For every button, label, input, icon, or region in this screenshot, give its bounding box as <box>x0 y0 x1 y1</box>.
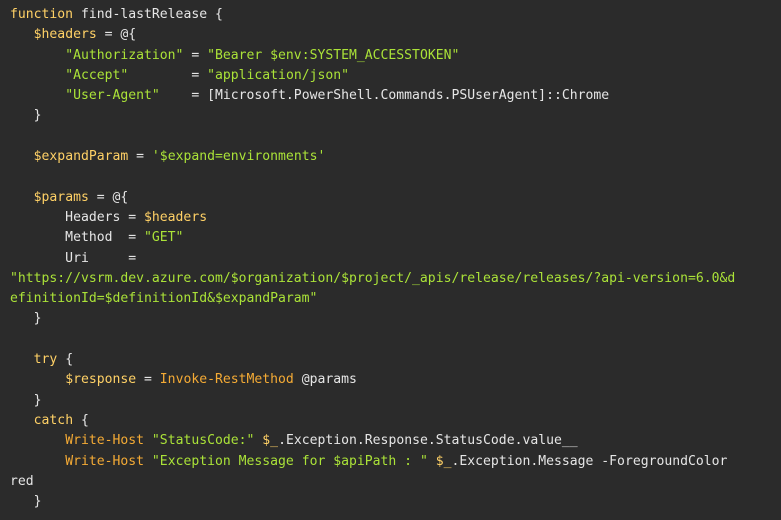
code-token: @params <box>293 372 357 388</box>
code-line: $response = Invoke-RestMethod @params <box>10 370 781 390</box>
code-token: Headers = <box>10 209 145 225</box>
code-line: $params = @{ <box>10 188 781 208</box>
code-line: Write-Host "StatusCode:" $_.Exception.Re… <box>10 431 781 451</box>
code-line: red <box>10 472 781 492</box>
code-token: "GET" <box>144 230 184 246</box>
code-line: "Accept" = "application/json" <box>10 66 781 86</box>
code-token: { <box>73 412 89 428</box>
code-token: = @{ <box>88 189 129 205</box>
code-token: Invoke-RestMethod <box>159 372 294 388</box>
code-token: "application/json" <box>207 67 350 83</box>
code-token: = [Microsoft.PowerShell.Commands.PSUserA… <box>159 88 610 104</box>
code-line: $headers = @{ <box>10 25 781 45</box>
code-token: .Exception.Response.StatusCode.value__ <box>278 433 578 449</box>
code-line: Method = "GET" <box>10 228 781 248</box>
code-token: Method = <box>10 230 145 246</box>
code-token: catch <box>33 412 74 428</box>
code-line: $expandParam = '$expand=environments' <box>10 147 781 167</box>
code-token: = <box>128 149 152 165</box>
code-token: "https://vsrm.dev.azure.com/$organizatio… <box>10 270 736 286</box>
code-line: } <box>10 309 781 329</box>
code-token: { <box>57 352 74 368</box>
code-token: "StatusCode:" <box>151 433 255 449</box>
code-token: function <box>10 7 74 22</box>
code-token: "User-Agent" <box>65 88 160 104</box>
code-token: .Exception.Message -ForegroundColor <box>451 453 728 469</box>
code-line: try { <box>10 350 781 370</box>
code-token: = @{ <box>96 27 137 43</box>
code-token: "Exception Message for $apiPath : " <box>151 453 428 469</box>
code-token: $headers <box>33 27 97 43</box>
code-line: catch { <box>10 411 781 431</box>
code-line: } <box>10 106 781 126</box>
code-token: } <box>10 311 42 327</box>
code-token: $_ <box>435 453 452 469</box>
code-token: efinitionId=$definitionId&$expandParam" <box>10 291 318 307</box>
code-token: $response <box>65 372 137 388</box>
code-token: Uri = <box>10 250 137 266</box>
code-token: } <box>10 392 42 408</box>
code-line: "Authorization" = "Bearer $env:SYSTEM_AC… <box>10 46 781 66</box>
code-token: '$expand=environments' <box>151 149 326 165</box>
code-token: } <box>10 494 42 510</box>
code-token: } <box>10 108 42 124</box>
code-token: $_ <box>262 433 279 449</box>
code-line: "User-Agent" = [Microsoft.PowerShell.Com… <box>10 86 781 106</box>
code-line: } <box>10 492 781 512</box>
code-token: = <box>183 47 208 63</box>
code-token: "Accept" <box>65 67 129 83</box>
code-token: Write-Host <box>65 453 145 469</box>
code-token: Write-Host <box>65 433 145 449</box>
code-block: function find-lastRelease { $headers = @… <box>0 0 781 520</box>
code-line: } <box>10 391 781 411</box>
code-token: try <box>33 352 58 368</box>
code-token: $params <box>33 189 89 205</box>
code-line: efinitionId=$definitionId&$expandParam" <box>10 289 781 309</box>
code-token: $expandParam <box>33 149 129 165</box>
code-line: Uri = <box>10 249 781 269</box>
code-line: "https://vsrm.dev.azure.com/$organizatio… <box>10 269 781 289</box>
code-token: find-lastRelease { <box>73 7 223 22</box>
code-line: Write-Host "Exception Message for $apiPa… <box>10 452 781 472</box>
code-token: red <box>10 473 34 489</box>
code-token: "Bearer $env:SYSTEM_ACCESSTOKEN" <box>207 47 460 63</box>
code-line: Headers = $headers <box>10 208 781 228</box>
code-token: $headers <box>144 209 208 225</box>
code-token: = <box>136 372 160 388</box>
code-token: = <box>128 67 208 83</box>
code-token: "Authorization" <box>65 47 184 63</box>
code-line: function find-lastRelease { <box>10 5 781 25</box>
